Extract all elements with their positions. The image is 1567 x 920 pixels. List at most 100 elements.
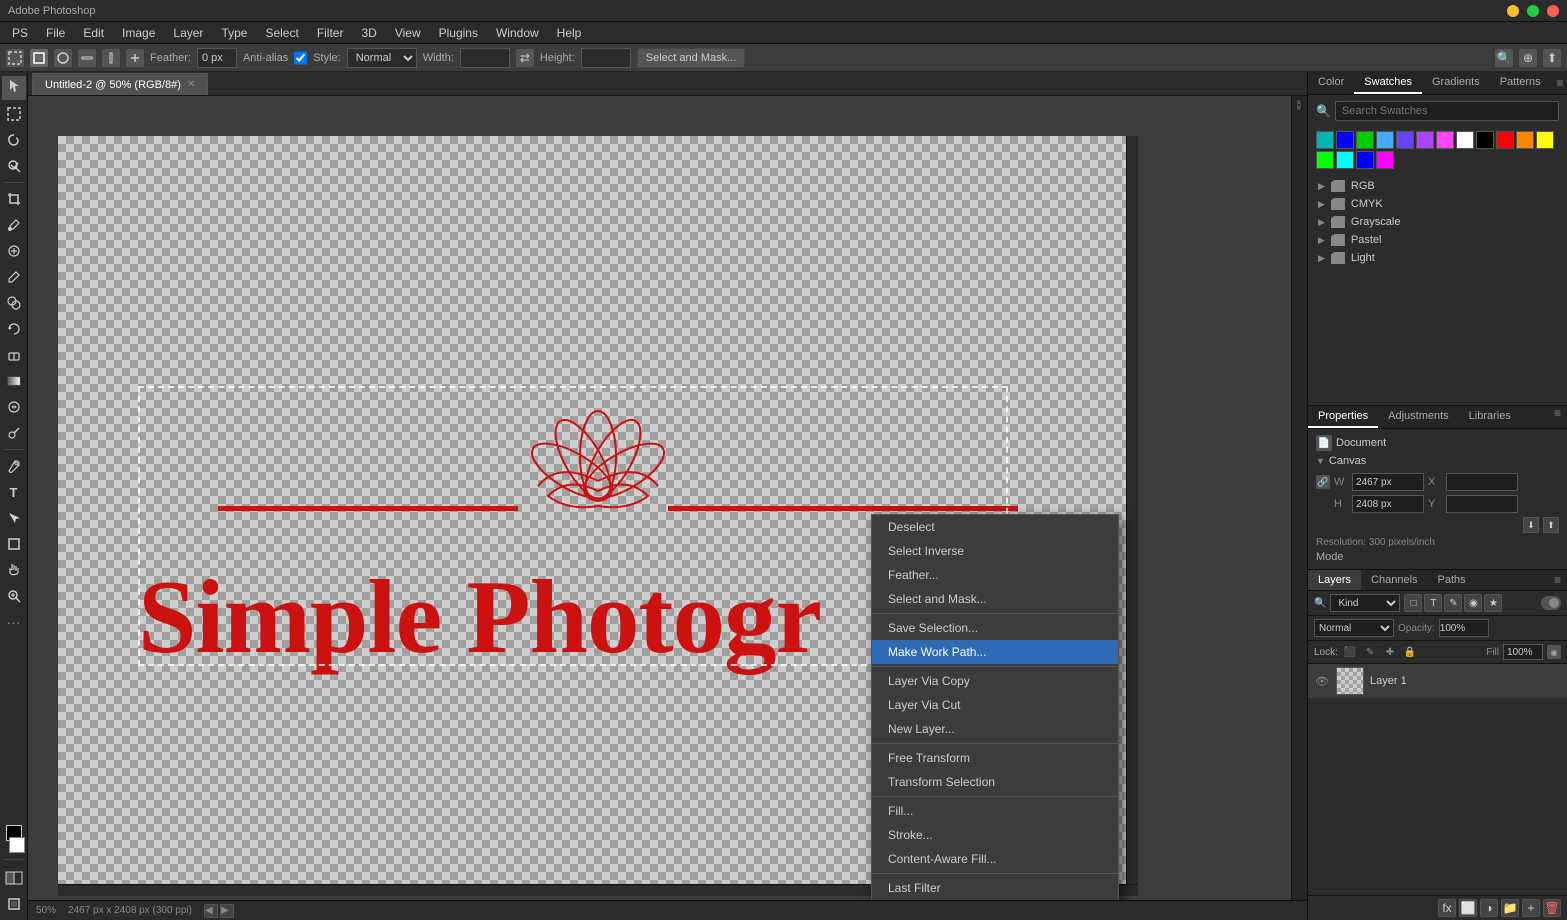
menu-3d[interactable]: 3D: [353, 24, 384, 42]
swatch-lightblue[interactable]: [1376, 131, 1394, 149]
swatch-pink[interactable]: [1436, 131, 1454, 149]
delete-layer-btn[interactable]: 🗑: [1543, 899, 1561, 917]
tab-swatches[interactable]: Swatches: [1354, 72, 1422, 94]
hand-tool[interactable]: [2, 558, 26, 582]
lasso-tool[interactable]: [2, 128, 26, 152]
zoom-tool[interactable]: [2, 584, 26, 608]
tab-channels[interactable]: Channels: [1361, 570, 1427, 590]
ctx-select-inverse[interactable]: Select Inverse: [872, 539, 1118, 563]
status-arrow-right[interactable]: ▶: [220, 904, 234, 918]
rect-marquee-icon[interactable]: [30, 49, 48, 67]
swatch-black[interactable]: [1476, 131, 1494, 149]
col-marquee-icon[interactable]: [102, 49, 120, 67]
swatch-group-grayscale[interactable]: ▶ Grayscale: [1312, 213, 1563, 231]
adjustment-layer-btn[interactable]: ◑: [1480, 899, 1498, 917]
ellipse-marquee-icon[interactable]: [54, 49, 72, 67]
move-tool[interactable]: [2, 76, 26, 100]
marquee-tool[interactable]: [2, 102, 26, 126]
menu-select[interactable]: Select: [257, 24, 306, 42]
eraser-tool[interactable]: [2, 343, 26, 367]
swatch-teal[interactable]: [1316, 131, 1334, 149]
layers-kind-select[interactable]: Kind Name Effect: [1330, 594, 1400, 612]
swatch-group-cmyk[interactable]: ▶ CMYK: [1312, 195, 1563, 213]
swatch-red[interactable]: [1496, 131, 1514, 149]
minimize-btn[interactable]: [1507, 5, 1519, 17]
collapse-btn[interactable]: «»: [1295, 100, 1305, 110]
menu-plugins[interactable]: Plugins: [431, 24, 486, 42]
height-prop-input[interactable]: [1352, 495, 1424, 513]
swatch-magenta[interactable]: [1376, 151, 1394, 169]
menu-layer[interactable]: Layer: [165, 24, 211, 42]
select-mask-btn[interactable]: Select and Mask...: [637, 48, 746, 68]
pen-tool[interactable]: [2, 454, 26, 478]
fx-btn[interactable]: fx: [1438, 899, 1456, 917]
menu-window[interactable]: Window: [488, 24, 547, 42]
marquee-tool-icon[interactable]: [6, 49, 24, 67]
ctx-select-mask[interactable]: Select and Mask...: [872, 587, 1118, 611]
ctx-content-aware-fill[interactable]: Content-Aware Fill...: [872, 847, 1118, 871]
filter-text-btn[interactable]: T: [1424, 594, 1442, 612]
maximize-btn[interactable]: [1527, 5, 1539, 17]
tab-properties[interactable]: Properties: [1308, 406, 1378, 428]
tab-adjustments[interactable]: Adjustments: [1378, 406, 1459, 428]
menu-type[interactable]: Type: [213, 24, 255, 42]
shape-tool[interactable]: [2, 532, 26, 556]
link-icon[interactable]: 🔗: [1316, 475, 1330, 489]
share-icon[interactable]: ⬆: [1543, 49, 1561, 67]
panel-menu-btn[interactable]: ≡: [1551, 76, 1567, 90]
tab-layers[interactable]: Layers: [1308, 570, 1361, 590]
lock-draw-btn[interactable]: ✎: [1362, 644, 1378, 660]
path-select-tool[interactable]: [2, 506, 26, 530]
swatch-cyan[interactable]: [1336, 151, 1354, 169]
ctx-free-transform[interactable]: Free Transform: [872, 746, 1118, 770]
ctx-last-filter[interactable]: Last Filter: [872, 876, 1118, 900]
swatch-violet[interactable]: [1416, 131, 1434, 149]
menu-file[interactable]: File: [38, 24, 73, 42]
width-input[interactable]: [460, 48, 510, 68]
text-tool[interactable]: T: [2, 480, 26, 504]
menu-filter[interactable]: Filter: [309, 24, 352, 42]
ctx-transform-selection[interactable]: Transform Selection: [872, 770, 1118, 794]
fill-input[interactable]: [1503, 644, 1543, 660]
vertical-scrollbar[interactable]: [1126, 136, 1138, 884]
ctx-layer-via-cut[interactable]: Layer Via Cut: [872, 693, 1118, 717]
add-mask-btn[interactable]: ⬜: [1459, 899, 1477, 917]
swatch-white[interactable]: [1456, 131, 1474, 149]
canvas-collapse-arrow[interactable]: ▼: [1316, 456, 1325, 466]
more-tools[interactable]: ···: [2, 610, 26, 634]
swap-icon[interactable]: ⇄: [516, 49, 534, 67]
ctx-feather[interactable]: Feather...: [872, 563, 1118, 587]
menu-help[interactable]: Help: [549, 24, 590, 42]
quick-select-tool[interactable]: [2, 154, 26, 178]
menu-edit[interactable]: Edit: [75, 24, 112, 42]
layer-item-1[interactable]: 👁 Layer 1: [1308, 664, 1567, 698]
fill-lock-icon[interactable]: ◉: [1547, 645, 1561, 659]
canvas-icon2[interactable]: ⬆: [1543, 517, 1559, 533]
options-icon1[interactable]: [126, 49, 144, 67]
screen-mode-btn[interactable]: [2, 892, 26, 916]
eyedropper-tool[interactable]: [2, 213, 26, 237]
y-prop-input[interactable]: [1446, 495, 1518, 513]
height-input[interactable]: [581, 48, 631, 68]
search-icon-top[interactable]: 🔍: [1495, 49, 1513, 67]
clone-tool[interactable]: [2, 291, 26, 315]
swatch-green[interactable]: [1356, 131, 1374, 149]
filter-effect-btn[interactable]: ★: [1484, 594, 1502, 612]
ctx-new-layer[interactable]: New Layer...: [872, 717, 1118, 741]
ctx-stroke[interactable]: Stroke...: [872, 823, 1118, 847]
tab-close-btn[interactable]: ✕: [187, 79, 195, 90]
filter-path-btn[interactable]: ✎: [1444, 594, 1462, 612]
x-prop-input[interactable]: [1446, 473, 1518, 491]
lock-move-btn[interactable]: ✚: [1382, 644, 1398, 660]
crop-tool[interactable]: [2, 187, 26, 211]
tab-paths[interactable]: Paths: [1428, 570, 1476, 590]
layers-blend-mode[interactable]: Normal Multiply Screen Overlay: [1314, 619, 1394, 637]
close-btn[interactable]: [1547, 5, 1559, 17]
zoom-icon[interactable]: ⊕: [1519, 49, 1537, 67]
brush-tool[interactable]: [2, 265, 26, 289]
ctx-deselect[interactable]: Deselect: [872, 515, 1118, 539]
feather-input[interactable]: [197, 48, 237, 68]
ctx-save-selection[interactable]: Save Selection...: [872, 616, 1118, 640]
swatches-search-input[interactable]: [1335, 101, 1559, 121]
swatch-blue[interactable]: [1336, 131, 1354, 149]
